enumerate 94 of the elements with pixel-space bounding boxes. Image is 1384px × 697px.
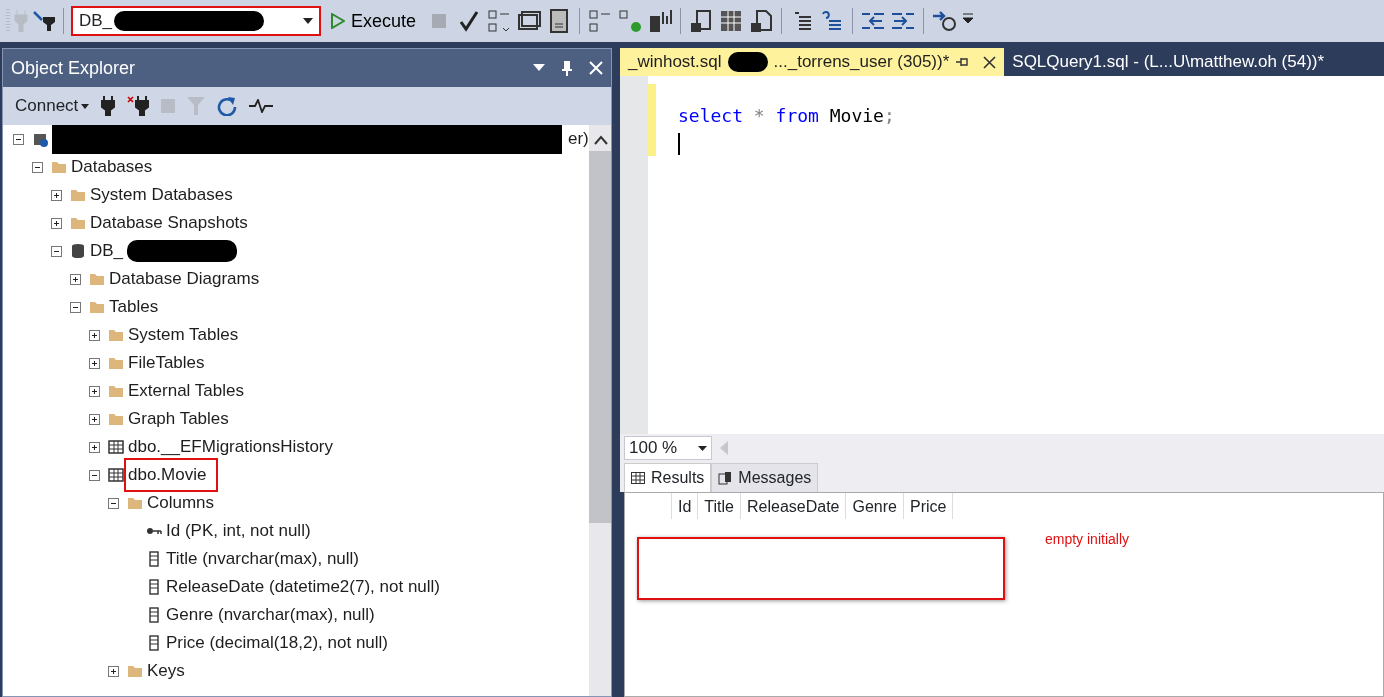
editor-tab[interactable]: SQLQuery1.sql - (L...U\matthew.oh (54))* (1004, 48, 1333, 76)
column-icon (146, 635, 162, 651)
results-tab[interactable]: Messages (711, 463, 819, 492)
expand-icon[interactable] (89, 413, 100, 425)
code-line: select * from Movie; (678, 104, 895, 128)
code-editor[interactable]: select * from Movie; (620, 76, 1384, 434)
scrollbar-thumb[interactable] (588, 151, 611, 523)
caret-icon (303, 18, 313, 24)
tree-item[interactable]: Price (decimal(18,2), not null) (166, 630, 389, 656)
grid-icon (631, 472, 645, 484)
column-header: Genre (845, 493, 903, 519)
folder-icon (89, 299, 105, 315)
folder-icon (127, 663, 143, 679)
tree-item[interactable]: Genre (nvarchar(max), null) (166, 602, 375, 628)
collapse-icon[interactable] (108, 497, 119, 509)
redaction-mark (727, 52, 768, 72)
file-icon[interactable] (748, 8, 775, 34)
refresh-icon[interactable] (217, 96, 238, 116)
pin-icon[interactable] (955, 56, 970, 68)
collapse-icon[interactable] (32, 161, 43, 173)
dropdown-icon[interactable] (533, 64, 545, 72)
panel-title: Object Explorer (11, 56, 136, 80)
expand-icon[interactable] (89, 329, 100, 341)
folder-icon (108, 411, 124, 427)
collapse-icon[interactable] (13, 133, 24, 145)
folder-icon (108, 355, 124, 371)
tree-item[interactable]: System Databases (90, 182, 233, 208)
folder-icon (70, 215, 86, 231)
tree-item[interactable]: Graph Tables (128, 406, 229, 432)
tree-item[interactable]: er) (568, 126, 589, 152)
results-tab[interactable]: Results (624, 463, 712, 492)
collapse-icon[interactable] (89, 469, 100, 481)
tree-item[interactable]: Database Diagrams (109, 266, 260, 292)
tree-item[interactable]: Columns (147, 490, 215, 516)
column-header: Price (902, 493, 954, 519)
expand-icon[interactable] (108, 665, 119, 677)
connect-button[interactable]: Connect (15, 93, 90, 119)
tree-item[interactable]: FileTables (128, 350, 205, 376)
execute-button[interactable]: Execute (325, 7, 423, 35)
folder-icon (70, 187, 86, 203)
close-icon[interactable] (983, 55, 997, 69)
collapse-icon[interactable] (51, 245, 62, 257)
column-header: Title (697, 493, 740, 519)
column-header: Id (671, 493, 698, 519)
folder-icon (108, 383, 124, 399)
plug-wand-icon[interactable] (32, 10, 56, 32)
editor-tab[interactable]: _winhost.sql ..._torrens_user (305))* (620, 48, 1005, 76)
arrow-at-icon[interactable] (931, 8, 958, 34)
text-cursor (678, 133, 680, 155)
zoom-dropdown[interactable]: 100 % (624, 436, 712, 460)
caret-icon (698, 445, 707, 451)
expand-icon[interactable] (89, 385, 100, 397)
tree-item[interactable]: ReleaseDate (datetime2(7), not null) (166, 574, 441, 600)
folder-icon (51, 159, 67, 175)
tree-item[interactable]: Id (PK, int, not null) (166, 518, 311, 544)
table-icon (108, 439, 124, 455)
tree-item[interactable]: System Tables (128, 322, 239, 348)
column-header: ReleaseDate (740, 493, 846, 519)
expand-icon[interactable] (89, 441, 100, 453)
expand-icon[interactable] (51, 189, 62, 201)
folder-icon (108, 327, 124, 343)
unplug-icon[interactable] (127, 96, 150, 116)
plug-icon (14, 10, 28, 32)
tree-item[interactable]: External Tables (128, 378, 244, 404)
folder-icon (127, 495, 143, 511)
document-icon (718, 471, 733, 485)
collapse-icon[interactable] (70, 301, 81, 313)
expand-icon[interactable] (89, 357, 100, 369)
tree-item[interactable]: Keys (147, 658, 185, 684)
column-icon (146, 551, 162, 567)
tree-item[interactable]: DB_ (90, 238, 124, 264)
scroll-up-icon[interactable] (593, 135, 608, 145)
pin-icon[interactable] (561, 60, 573, 76)
database-dropdown[interactable]: DB_ (71, 6, 321, 36)
server-icon (32, 131, 48, 147)
server-chart-icon[interactable] (647, 8, 674, 34)
caret-icon (81, 104, 90, 110)
activity-icon[interactable] (249, 99, 274, 113)
column-icon (146, 579, 162, 595)
tree-item[interactable]: Database Snapshots (90, 210, 248, 236)
expand-icon[interactable] (51, 217, 62, 229)
database-icon (70, 243, 86, 259)
plug-icon[interactable] (101, 96, 116, 116)
tree-item[interactable]: Title (nvarchar(max), null) (166, 546, 360, 572)
expand-icon[interactable] (70, 273, 81, 285)
tree-item[interactable]: Databases (71, 154, 153, 180)
diagram-check-icon[interactable] (617, 8, 644, 34)
annotation-note: empty initially (1045, 530, 1130, 549)
column-icon (146, 607, 162, 623)
play-icon (331, 13, 345, 29)
table-icon (108, 467, 124, 483)
tree-item[interactable]: Tables (109, 294, 159, 320)
tree-item[interactable]: dbo.__EFMigrationsHistory (128, 434, 334, 460)
folder-icon (89, 271, 105, 287)
